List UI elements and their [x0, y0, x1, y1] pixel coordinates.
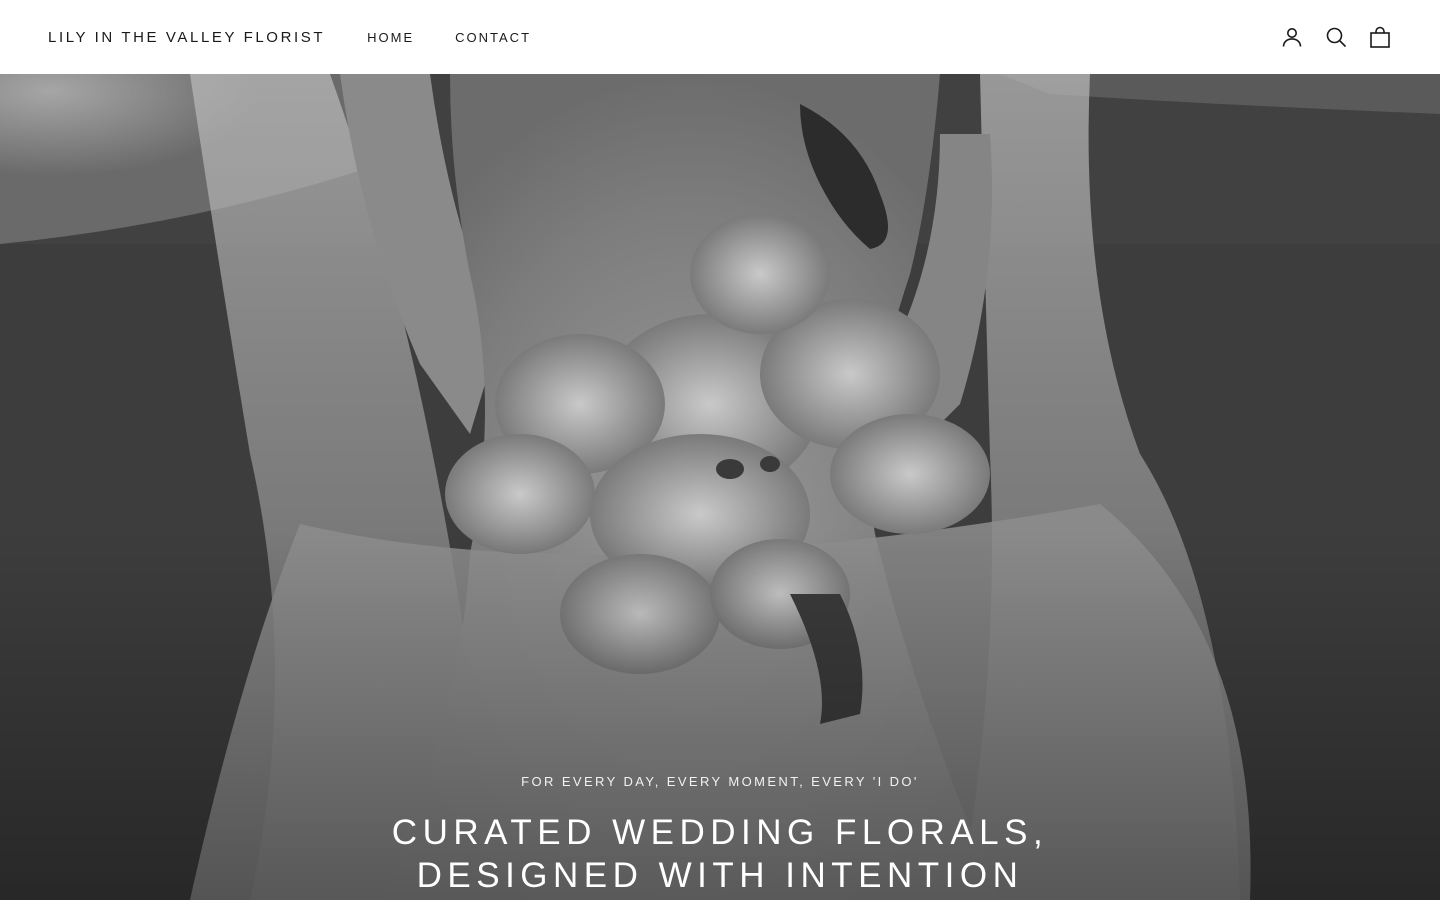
hero-section: FOR EVERY DAY, EVERY MOMENT, EVERY 'I DO… [0, 74, 1440, 900]
nav-contact[interactable]: CONTACT [455, 30, 531, 45]
account-icon[interactable] [1280, 25, 1304, 49]
hero-subheading: FOR EVERY DAY, EVERY MOMENT, EVERY 'I DO… [521, 774, 919, 789]
site-header: LILY IN THE VALLEY FLORIST HOME CONTACT [0, 0, 1440, 74]
site-logo[interactable]: LILY IN THE VALLEY FLORIST [48, 29, 325, 46]
hero-heading: CURATED WEDDING FLORALS, DESIGNED WITH I… [0, 811, 1440, 897]
main-nav: HOME CONTACT [367, 30, 572, 45]
hero-heading-line-1: CURATED WEDDING FLORALS, [391, 813, 1049, 852]
hero-heading-line-2: DESIGNED WITH INTENTION [416, 856, 1024, 895]
cart-icon[interactable] [1368, 25, 1392, 49]
search-icon[interactable] [1324, 25, 1348, 49]
nav-home[interactable]: HOME [367, 30, 414, 45]
hero-content: FOR EVERY DAY, EVERY MOMENT, EVERY 'I DO… [0, 774, 1440, 897]
header-actions [1280, 25, 1392, 49]
